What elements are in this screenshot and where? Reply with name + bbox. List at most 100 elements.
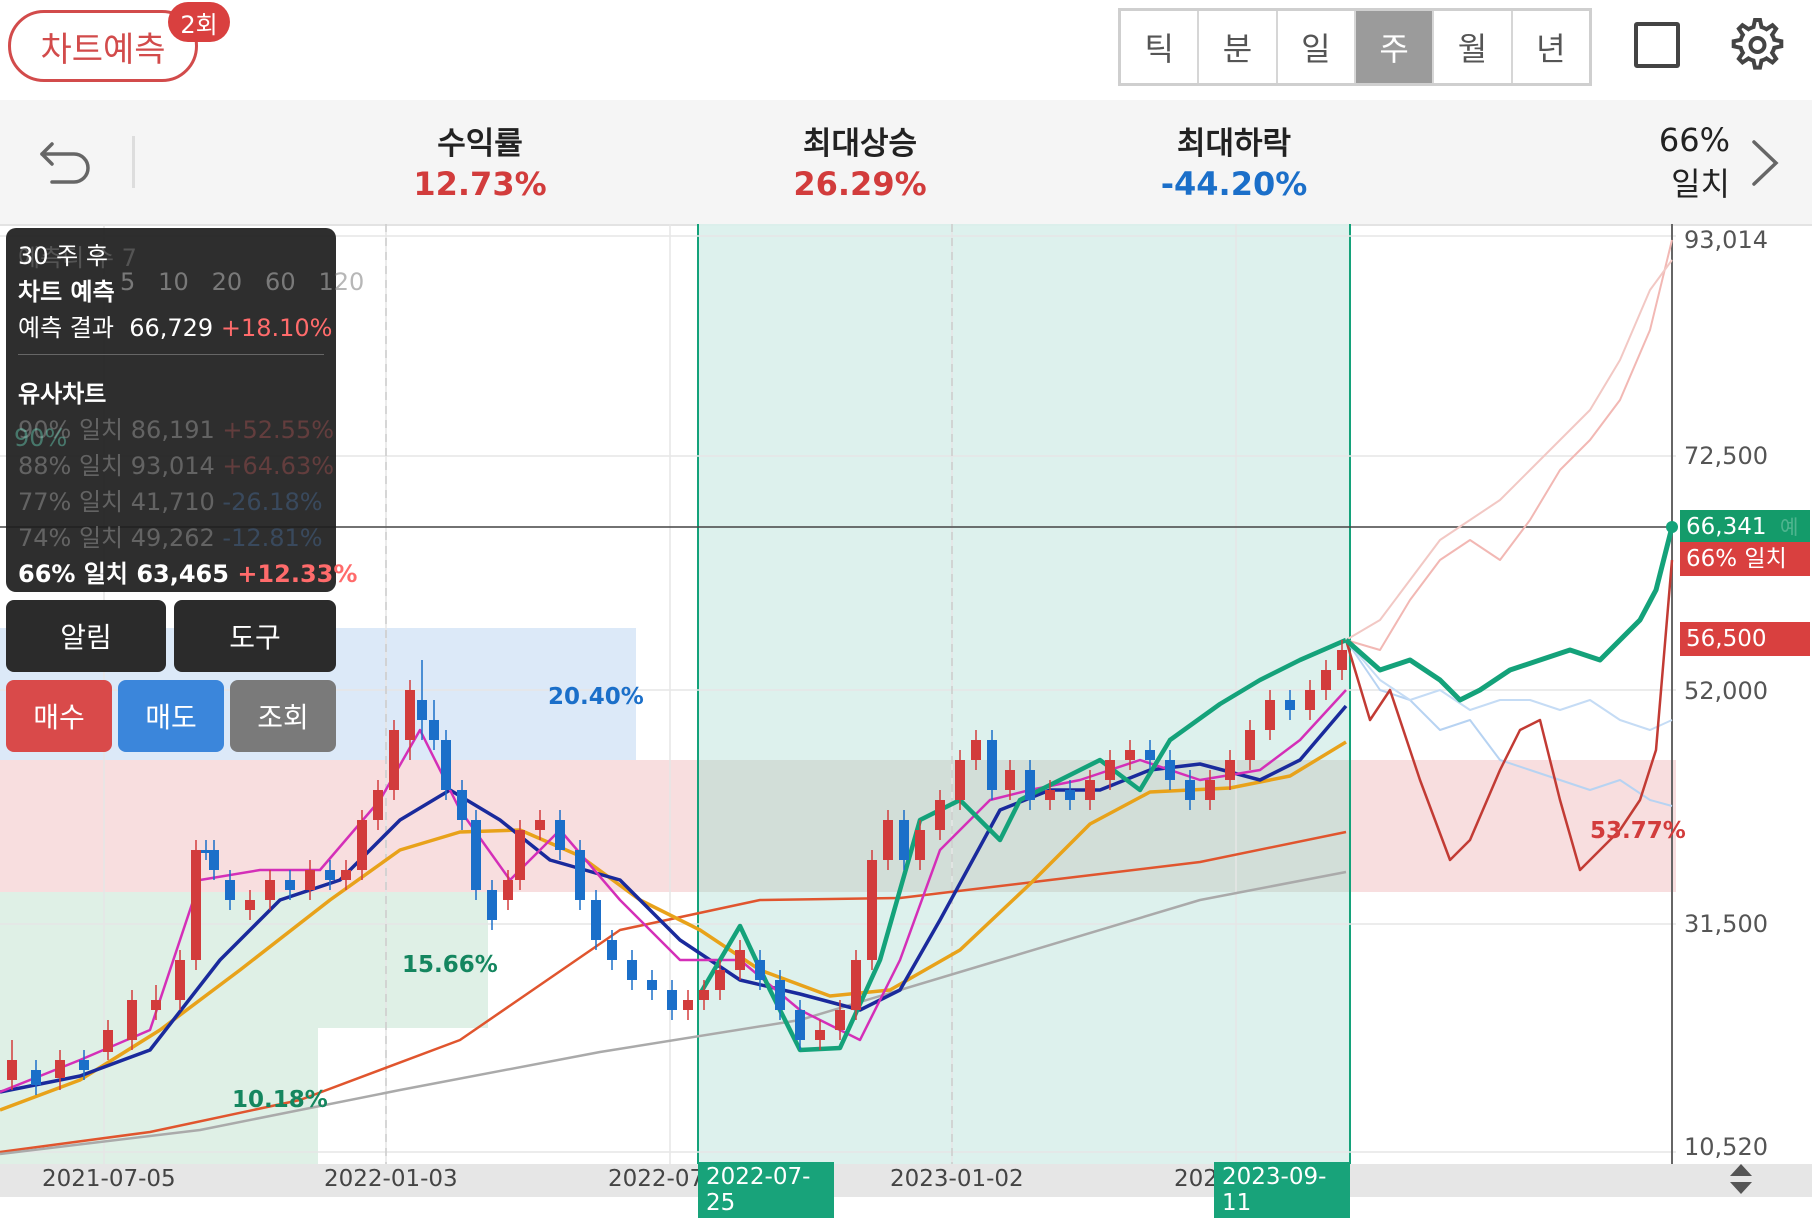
- y-tick: 93,014: [1684, 226, 1768, 254]
- chevron-right-icon[interactable]: [1748, 136, 1782, 190]
- gear-icon[interactable]: [1726, 16, 1784, 74]
- candle-body: [515, 830, 525, 880]
- similar-row-selected[interactable]: 66% 일치 63,465 +12.33%: [18, 554, 357, 589]
- candle-body: [899, 820, 909, 860]
- period-tab-month[interactable]: 월: [1434, 11, 1513, 83]
- period-selector: 틱 분 일 주 월 년: [1118, 8, 1592, 86]
- period-tab-tick[interactable]: 틱: [1121, 11, 1200, 83]
- ma-legend-120: 120: [318, 268, 365, 296]
- similar-label: 77% 일치: [18, 488, 124, 516]
- alert-button[interactable]: 알림: [6, 600, 166, 672]
- candle-body: [867, 860, 877, 960]
- panel-result-row: 예측 결과 66,729 +18.10%: [18, 308, 332, 343]
- candle-body: [735, 950, 745, 970]
- candle-body: [325, 870, 335, 880]
- stat-max-down-value: -44.20%: [1160, 165, 1308, 203]
- x-tick: 2021-07-05: [42, 1166, 176, 1192]
- highlight-end-tag: 2023-09-11: [1214, 1162, 1350, 1218]
- candle-body: [1321, 670, 1331, 690]
- candle-body: [31, 1070, 41, 1085]
- zone-label-blue: 20.40%: [548, 684, 644, 710]
- candle-body: [971, 740, 981, 760]
- candle-body: [1337, 650, 1347, 670]
- candle-body: [1025, 770, 1035, 800]
- candle-body: [1285, 700, 1295, 710]
- price-tag-56500: 56,500: [1680, 622, 1810, 656]
- ma-legend-10: 10: [158, 268, 189, 296]
- ma-legend-60: 60: [265, 268, 296, 296]
- undo-icon[interactable]: [36, 132, 96, 192]
- similar-line-88: [1345, 239, 1673, 651]
- candle-body: [1165, 760, 1175, 780]
- inquiry-button[interactable]: 조회: [230, 680, 336, 752]
- candle-body: [1145, 750, 1155, 760]
- result-change: +18.10%: [220, 314, 333, 342]
- highlight-overlap: [698, 760, 1350, 892]
- candle-body: [127, 1000, 137, 1040]
- candle-body: [795, 1010, 805, 1040]
- stat-max-down-label: 최대하락: [1176, 126, 1292, 162]
- match-summary[interactable]: 66% 일치: [1600, 118, 1730, 206]
- candle-body: [607, 940, 617, 960]
- candle-body: [915, 830, 925, 860]
- candle-body: [955, 760, 965, 800]
- candle-body: [883, 820, 893, 860]
- similar-row[interactable]: 77% 일치 41,710 -26.18%: [18, 482, 323, 517]
- candle-body: [457, 790, 467, 820]
- x-tick: 202: [1174, 1166, 1218, 1192]
- candle-body: [1085, 780, 1095, 800]
- candle-body: [575, 850, 585, 900]
- similar-value: 86,191: [130, 416, 215, 444]
- current-price-value: 66,341: [1686, 514, 1767, 540]
- similar-change: +64.63%: [222, 452, 335, 480]
- similar-row[interactable]: 74% 일치 49,262 -12.81%: [18, 518, 323, 553]
- similar-change: +12.33%: [237, 560, 358, 588]
- candle-body: [341, 870, 351, 880]
- period-tab-year[interactable]: 년: [1513, 11, 1589, 83]
- chart-predict-label: 차트예측: [40, 29, 166, 70]
- candle-body: [405, 690, 415, 740]
- similar-value: 93,014: [130, 452, 215, 480]
- candle-body: [535, 820, 545, 830]
- prediction-end-dot: [1666, 521, 1678, 533]
- candle-body: [389, 730, 399, 790]
- stat-return-value: 12.73%: [413, 165, 547, 203]
- stat-return: 수익률 12.73%: [360, 118, 600, 203]
- x-tick: 2022-01-03: [324, 1166, 458, 1192]
- match-tag: 66% 일치: [1680, 542, 1810, 576]
- candle-body: [373, 790, 383, 820]
- candle-body: [851, 960, 861, 1010]
- candle-body: [103, 1030, 113, 1052]
- period-tab-day[interactable]: 일: [1278, 11, 1356, 83]
- candle-body: [441, 740, 451, 790]
- tools-button[interactable]: 도구: [174, 600, 336, 672]
- candle-body: [245, 900, 255, 910]
- prediction-line: [1344, 526, 1675, 703]
- candle-body: [1105, 760, 1115, 780]
- period-tab-minute[interactable]: 분: [1199, 11, 1278, 83]
- zone-label-red: 53.77%: [1590, 818, 1686, 844]
- candle-body: [7, 1060, 17, 1080]
- sell-button[interactable]: 매도: [118, 680, 224, 752]
- candle-body: [1305, 690, 1315, 710]
- similar-label: 66% 일치: [18, 560, 128, 588]
- candle-body: [699, 990, 709, 1000]
- period-tab-week[interactable]: 주: [1355, 11, 1435, 83]
- similar-value: 41,710: [130, 488, 215, 516]
- candle-body: [487, 890, 497, 920]
- scroll-arrows-icon[interactable]: [1728, 1162, 1754, 1196]
- fullscreen-icon[interactable]: [1634, 22, 1680, 68]
- candle-body: [285, 880, 295, 890]
- candle-body: [555, 820, 565, 850]
- candle-body: [835, 1010, 845, 1030]
- stats-divider: [132, 136, 135, 188]
- y-tick: 31,500: [1684, 910, 1768, 938]
- result-label: 예측 결과: [18, 314, 114, 342]
- candle-body: [209, 850, 219, 870]
- buy-button[interactable]: 매수: [6, 680, 112, 752]
- similar-value: 49,262: [130, 524, 215, 552]
- candle-body: [225, 880, 235, 900]
- candle-body: [417, 700, 427, 720]
- match-summary-pct: 66%: [1658, 121, 1730, 159]
- candle-body: [667, 990, 677, 1010]
